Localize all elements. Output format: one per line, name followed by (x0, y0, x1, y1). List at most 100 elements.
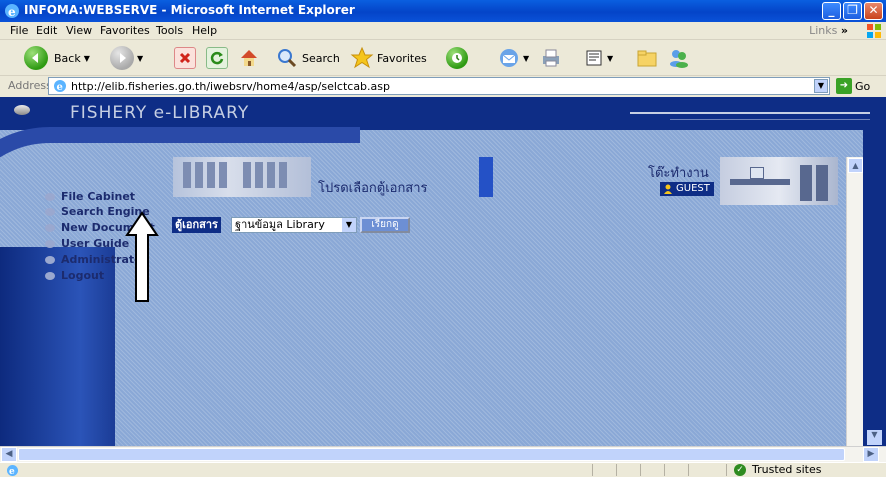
status-bar: e ✓ Trusted sites (0, 462, 886, 477)
status-divider (726, 464, 727, 476)
bullet-icon (45, 207, 55, 216)
cabinet-select[interactable]: ฐานข้อมูล Library ▼ (231, 217, 357, 233)
security-zone[interactable]: ✓ Trusted sites (734, 463, 822, 476)
user-icon (664, 184, 672, 194)
bullet-icon (45, 192, 55, 201)
windows-logo-icon (867, 24, 881, 38)
check-icon: ✓ (734, 463, 746, 476)
address-label: Address (8, 79, 52, 92)
mail-dropdown-icon[interactable]: ▼ (523, 54, 529, 63)
nav-label: User Guide (61, 237, 130, 250)
nav-logout[interactable]: Logout (45, 269, 104, 282)
back-arrow-icon (24, 46, 48, 70)
go-label: Go (855, 79, 871, 93)
home-button[interactable] (238, 44, 260, 72)
cabinet-selected-value: ฐานข้อมูล Library (235, 218, 325, 231)
forward-button[interactable]: ▼ (110, 44, 143, 72)
bullet-icon (45, 239, 55, 248)
search-icon (278, 49, 297, 68)
mail-button[interactable]: ▼ (498, 44, 529, 72)
ie-logo-icon: e (5, 4, 19, 19)
edit-dropdown-icon[interactable]: ▼ (607, 54, 613, 63)
scroll-right-icon[interactable]: ▶ (863, 447, 879, 462)
bullet-icon (45, 271, 55, 280)
search-button[interactable]: Search (276, 44, 340, 72)
address-input[interactable]: e http://elib.fisheries.go.th/iwebsrv/ho… (48, 77, 830, 95)
nav-label: File Cabinet (61, 190, 136, 203)
search-label: Search (302, 51, 340, 65)
status-divider (640, 464, 641, 476)
favorites-label: Favorites (377, 51, 427, 65)
links-toolbar[interactable]: Links » (809, 24, 848, 37)
back-dropdown-icon[interactable]: ▼ (84, 54, 90, 63)
address-url: http://elib.fisheries.go.th/iwebsrv/home… (71, 80, 390, 93)
office-desk-image (720, 157, 838, 205)
back-button[interactable]: Back ▼ (24, 44, 90, 72)
status-divider (688, 464, 689, 476)
menu-edit[interactable]: Edit (36, 24, 57, 37)
forward-dropdown-icon[interactable]: ▼ (137, 54, 143, 63)
stop-button[interactable] (174, 44, 196, 72)
menu-view[interactable]: View (66, 24, 92, 37)
menu-favorites[interactable]: Favorites (100, 24, 150, 37)
status-divider (616, 464, 617, 476)
minimize-button[interactable]: _ (822, 2, 841, 20)
svg-text:e: e (8, 5, 16, 19)
standard-toolbar: Back ▼ ▼ Search Favorites ▼ ▼ (0, 40, 886, 76)
page-content: FISHERY e-LIBRARY File Cabinet Search En… (0, 97, 886, 446)
print-icon (543, 49, 559, 67)
menu-file[interactable]: File (10, 24, 28, 37)
refresh-button[interactable] (206, 44, 228, 72)
status-divider (592, 464, 593, 476)
svg-text:e: e (57, 82, 63, 93)
bullet-icon (45, 255, 55, 264)
maximize-button[interactable]: ❐ (843, 2, 862, 20)
go-button[interactable]: ➜ Go (836, 78, 870, 94)
favorites-button[interactable]: Favorites (350, 44, 427, 72)
history-button[interactable] (446, 44, 468, 72)
menu-help[interactable]: Help (192, 24, 217, 37)
cabinet-banner-image (173, 157, 311, 197)
header-divider (630, 112, 870, 114)
bullet-icon (45, 223, 55, 232)
go-arrow-icon: ➜ (836, 78, 852, 94)
scroll-left-icon[interactable]: ◀ (1, 447, 17, 462)
window-title: INFOMA:WEBSERVE - Microsoft Internet Exp… (24, 3, 355, 17)
annotation-up-arrow-icon (125, 211, 159, 302)
desk-label: โต๊ะทำงาน (648, 166, 709, 181)
print-button[interactable] (540, 44, 562, 72)
address-dropdown-icon[interactable]: ▼ (814, 79, 828, 93)
scroll-thumb[interactable] (18, 448, 845, 461)
page-icon: e (54, 80, 66, 93)
links-chevron: » (840, 24, 848, 37)
select-cabinet-prompt: โปรดเลือกตู้เอกสาร (318, 181, 428, 196)
status-divider (664, 464, 665, 476)
decorative-bar (479, 157, 493, 197)
favorites-star-icon (350, 46, 374, 69)
messenger-people-icon (670, 50, 688, 68)
discuss-folder-icon (637, 50, 657, 67)
header-divider-thin (670, 119, 870, 120)
forward-arrow-icon (110, 46, 134, 70)
header-disc-icon (14, 105, 30, 115)
refresh-icon (206, 47, 228, 69)
messenger-button[interactable] (668, 44, 690, 72)
horizontal-scrollbar[interactable]: ◀ ▶ (0, 446, 886, 462)
menu-tools[interactable]: Tools (156, 24, 183, 37)
nav-label: Logout (61, 269, 105, 282)
nav-file-cabinet[interactable]: File Cabinet (45, 190, 135, 203)
home-icon (238, 47, 260, 69)
discuss-button[interactable] (636, 44, 658, 72)
nav-user-guide[interactable]: User Guide (45, 237, 129, 250)
scroll-down-icon[interactable]: ▼ (867, 430, 882, 445)
guest-label: GUEST (676, 183, 710, 194)
vertical-scrollbar[interactable]: ▲ (846, 157, 863, 446)
edit-button[interactable]: ▼ (584, 44, 613, 72)
zone-label: Trusted sites (752, 463, 822, 476)
mail-icon (500, 49, 518, 67)
site-brand: FISHERY e-LIBRARY (70, 103, 250, 123)
close-button[interactable]: ✕ (864, 2, 883, 20)
scroll-up-icon[interactable]: ▲ (848, 158, 863, 173)
open-cabinet-button[interactable]: เรียกดู (360, 217, 410, 233)
chevron-down-icon[interactable]: ▼ (342, 218, 356, 232)
